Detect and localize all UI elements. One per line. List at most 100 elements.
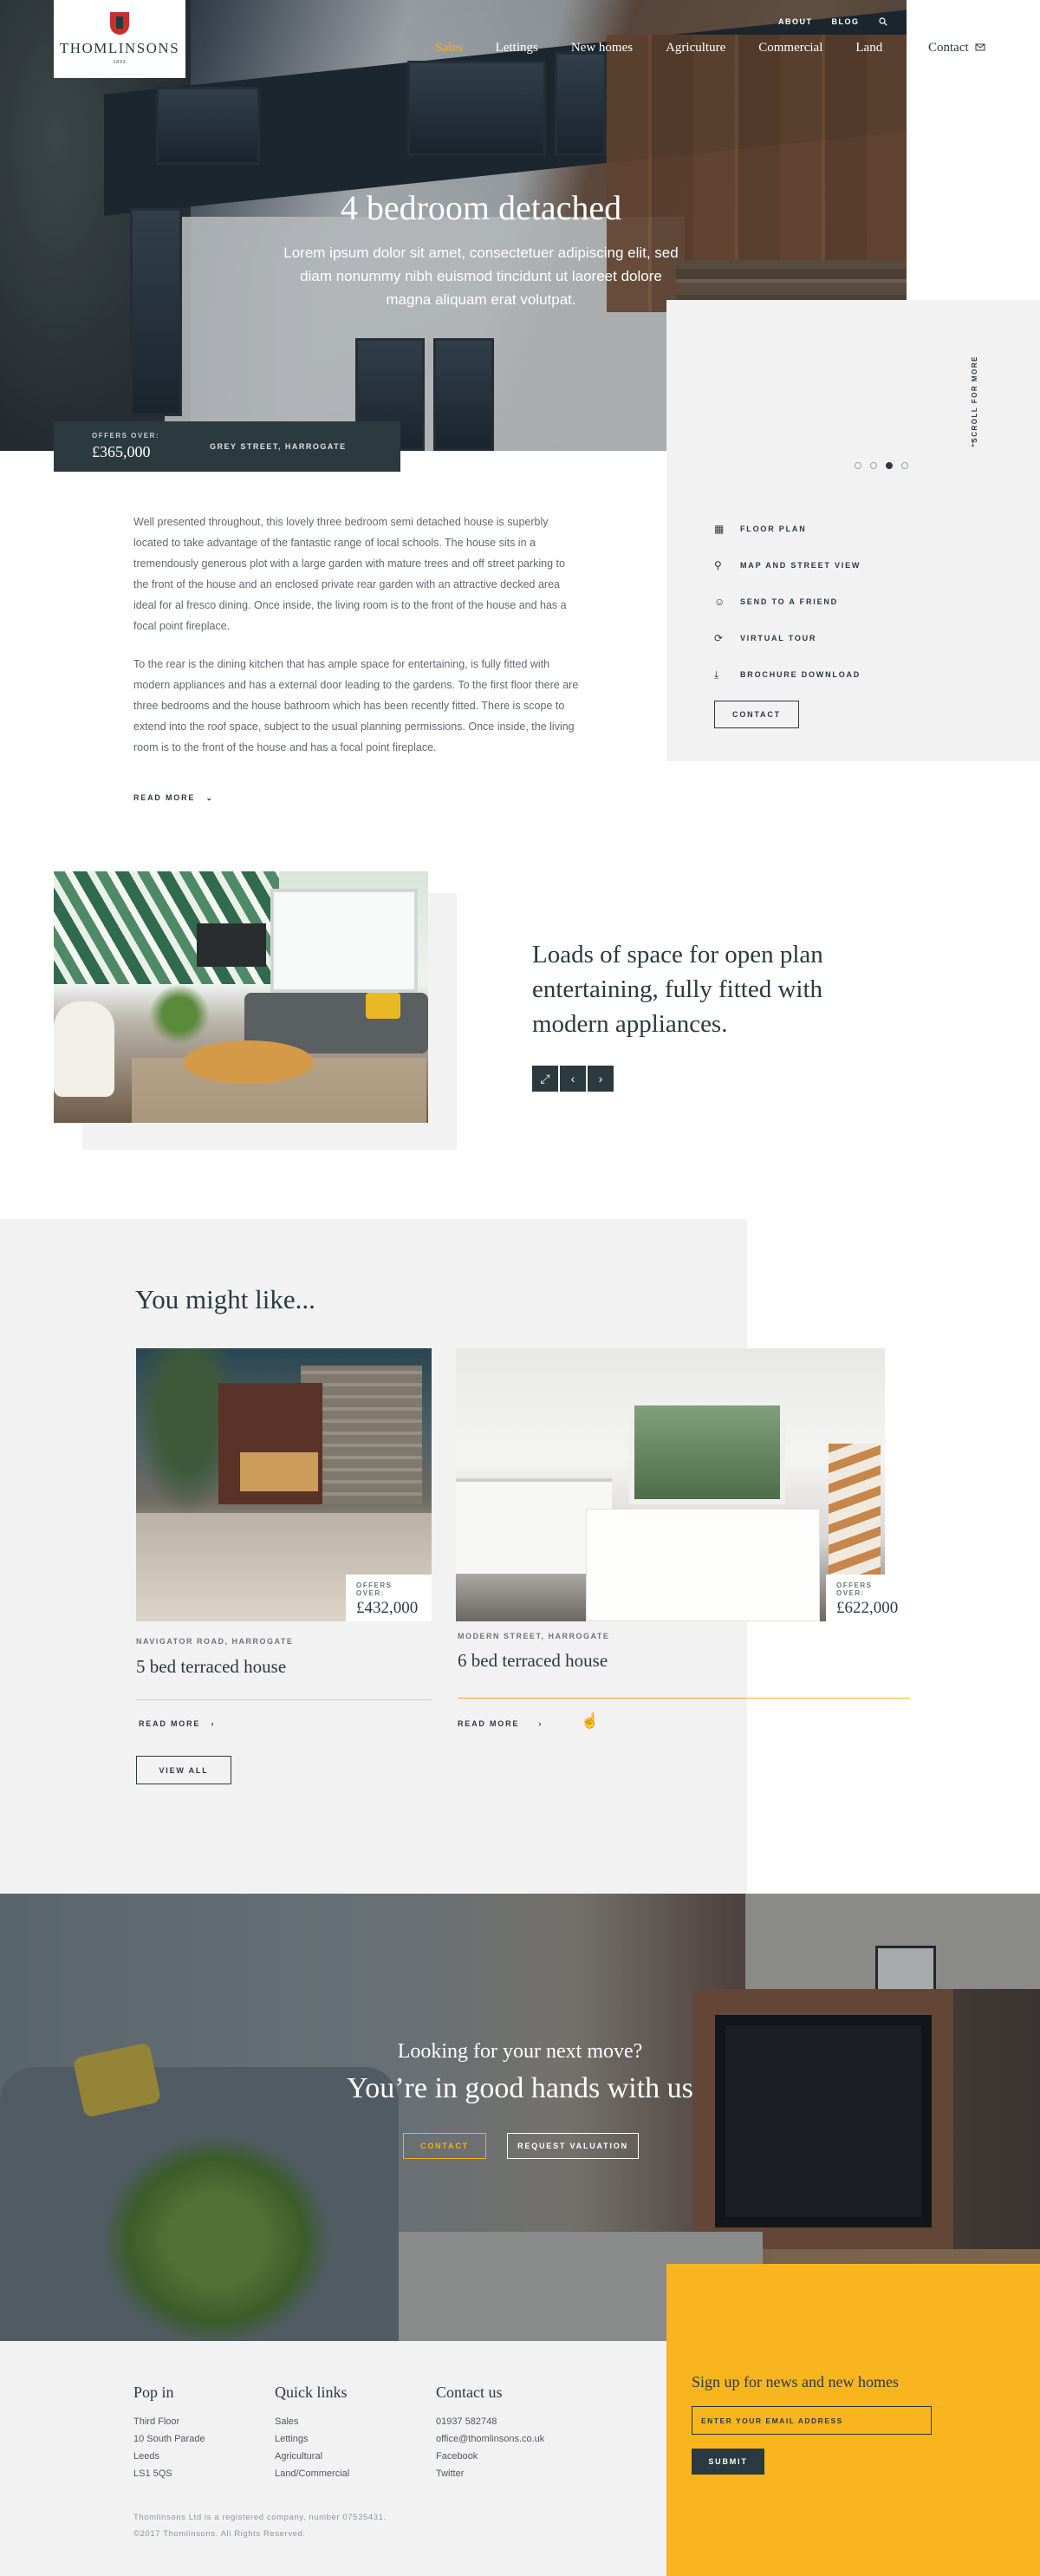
rotate-icon: ⟳ xyxy=(714,632,724,644)
chevron-left-icon: ‹ xyxy=(570,1072,575,1086)
footer-twitter[interactable]: Twitter xyxy=(436,2465,544,2482)
expand-icon: ⤢ xyxy=(540,1071,550,1086)
footer-quick-links: Quick links Sales Lettings Agricultural … xyxy=(275,2384,349,2482)
offer-label: OFFERS OVER: xyxy=(836,1581,873,1597)
arrow-down-icon: ↓ xyxy=(970,435,976,449)
price-value: £365,000 xyxy=(92,443,151,460)
nav-land[interactable]: Land xyxy=(855,41,882,55)
feature-caption: Loads of space for open plan entertainin… xyxy=(532,941,823,1038)
copyright-text: ©2017 Thomlinsons. All Rights Reserved. xyxy=(133,2529,306,2539)
footer-link-land-commercial[interactable]: Land/Commercial xyxy=(275,2465,349,2482)
site-logo[interactable]: THOMLINSONS 1893 xyxy=(54,0,185,78)
action-label: VIRTUAL TOUR xyxy=(740,634,817,642)
map-link[interactable]: ⚲ MAP AND STREET VIEW xyxy=(714,547,861,584)
main-nav: Sales Lettings New homes Agriculture Com… xyxy=(435,41,882,55)
card-street: MODERN STREET, HARROGATE xyxy=(458,1632,610,1640)
property-card-image[interactable]: OFFERS OVER: £622,000 xyxy=(456,1348,910,1621)
smiley-icon: ☺ xyxy=(714,596,725,608)
prev-image-button[interactable]: ‹ xyxy=(560,1066,586,1092)
card-read-more[interactable]: READ MORE › xyxy=(139,1719,215,1728)
floor-plan-link[interactable]: ▦ FLOOR PLAN xyxy=(714,511,861,547)
nav-sales[interactable]: Sales xyxy=(435,41,463,55)
slide-dot[interactable] xyxy=(870,462,877,469)
request-valuation-button[interactable]: REQUEST VALUATION xyxy=(507,2133,639,2159)
floor-plan-icon: ▦ xyxy=(714,523,725,535)
nav-commercial[interactable]: Commercial xyxy=(758,41,822,55)
slide-dots xyxy=(855,462,908,469)
read-more-link[interactable]: READ MORE ⌄ xyxy=(133,793,214,803)
description-paragraph: To the rear is the dining kitchen that h… xyxy=(133,658,579,753)
contact-button[interactable]: CONTACT xyxy=(714,701,799,728)
footer-email[interactable]: office@thomlinsons.co.uk xyxy=(436,2430,544,2448)
virtual-tour-link[interactable]: ⟳ VIRTUAL TOUR xyxy=(714,620,861,656)
search-icon[interactable] xyxy=(878,17,887,26)
next-image-button[interactable]: › xyxy=(588,1066,614,1092)
expand-button[interactable]: ⤢ xyxy=(532,1066,558,1092)
property-actions: ▦ FLOOR PLAN ⚲ MAP AND STREET VIEW ☺ SEN… xyxy=(714,511,861,693)
about-link[interactable]: ABOUT xyxy=(778,17,813,26)
address-line: Third Floor xyxy=(133,2416,180,2427)
send-to-friend-link[interactable]: ☺ SEND TO A FRIEND xyxy=(714,584,861,620)
slide-dot[interactable] xyxy=(855,462,861,469)
scroll-label: SCROLL FOR MORE xyxy=(971,355,978,443)
offer-price: £432,000 xyxy=(356,1599,419,1617)
footer-phone[interactable]: 01937 582748 xyxy=(436,2413,544,2430)
offer-badge: OFFERS OVER: £432,000 xyxy=(346,1575,432,1621)
download-icon: ⤓ xyxy=(714,668,719,681)
offer-label: OFFERS OVER: xyxy=(356,1581,393,1597)
footer-pop-in: Pop in Third Floor 10 South Parade Leeds… xyxy=(133,2384,205,2482)
shield-icon xyxy=(110,12,129,35)
brochure-download-link[interactable]: ⤓ BROCHURE DOWNLOAD xyxy=(714,656,861,693)
related-title: You might like... xyxy=(135,1284,315,1314)
submit-button[interactable]: SUBMIT xyxy=(692,2449,764,2475)
feature-gallery-controls: ⤢ ‹ › xyxy=(532,1066,614,1092)
address-line: Leeds xyxy=(133,2451,159,2462)
signup-title: Sign up for news and new homes xyxy=(692,2373,899,2390)
read-more-label: READ MORE xyxy=(133,793,196,802)
feature-image[interactable] xyxy=(54,871,428,1123)
nav-new-homes[interactable]: New homes xyxy=(571,41,633,55)
action-label: MAP AND STREET VIEW xyxy=(740,561,861,570)
nav-contact-label: Contact xyxy=(928,41,969,55)
property-description: Well presented throughout, this lovely t… xyxy=(133,512,579,758)
logo-tagline: 1893 xyxy=(113,60,127,65)
address-line: LS1 5QS xyxy=(133,2468,172,2479)
read-more-label: READ MORE xyxy=(458,1719,520,1728)
offer-badge: OFFERS OVER: £622,000 xyxy=(826,1575,910,1621)
property-card-image[interactable]: OFFERS OVER: £432,000 xyxy=(136,1348,432,1621)
email-field[interactable] xyxy=(692,2406,932,2435)
card-divider-active xyxy=(458,1698,910,1699)
footer-link-agricultural[interactable]: Agricultural xyxy=(275,2448,349,2465)
scroll-for-more[interactable]: SCROLL FOR MORE ↓ xyxy=(964,355,998,460)
price-label: OFFERS OVER: xyxy=(92,432,160,440)
footer-link-sales[interactable]: Sales xyxy=(275,2413,349,2430)
card-read-more[interactable]: READ MORE › xyxy=(458,1719,543,1728)
card-street: NAVIGATOR ROAD, HARROGATE xyxy=(136,1637,294,1646)
map-pin-icon: ⚲ xyxy=(714,559,722,571)
action-label: SEND TO A FRIEND xyxy=(740,597,838,606)
action-label: FLOOR PLAN xyxy=(740,525,807,533)
footer-facebook[interactable]: Facebook xyxy=(436,2448,544,2465)
nav-contact[interactable]: Contact xyxy=(928,41,985,55)
utility-nav: ABOUT BLOG xyxy=(778,17,887,26)
offer-price: £622,000 xyxy=(836,1599,899,1617)
slide-dot[interactable] xyxy=(901,462,908,469)
blog-link[interactable]: BLOG xyxy=(832,17,860,26)
chevron-down-icon: ⌄ xyxy=(205,793,214,802)
card-title[interactable]: 5 bed terraced house xyxy=(136,1656,286,1678)
legal-text: Thomlinsons Ltd is a registered company,… xyxy=(133,2513,387,2522)
slide-dot-active[interactable] xyxy=(886,462,893,469)
card-title[interactable]: 6 bed terraced house xyxy=(458,1650,608,1672)
chevron-right-icon: › xyxy=(598,1072,603,1086)
view-all-button[interactable]: VIEW ALL xyxy=(136,1756,231,1784)
footer-contact-us: Contact us 01937 582748 office@thomlinso… xyxy=(436,2384,544,2482)
hero-title: 4 bedroom detached xyxy=(340,188,622,227)
nav-lettings[interactable]: Lettings xyxy=(496,41,538,55)
action-label: BROCHURE DOWNLOAD xyxy=(740,670,861,679)
hand-cursor-icon: ☝ xyxy=(581,1712,600,1729)
cta-contact-button[interactable]: CONTACT xyxy=(403,2133,486,2159)
footer-link-lettings[interactable]: Lettings xyxy=(275,2430,349,2448)
nav-agriculture[interactable]: Agriculture xyxy=(666,41,725,55)
footer-heading: Quick links xyxy=(275,2384,348,2401)
price-bar: OFFERS OVER: £365,000 GREY STREET, HARRO… xyxy=(54,421,400,472)
